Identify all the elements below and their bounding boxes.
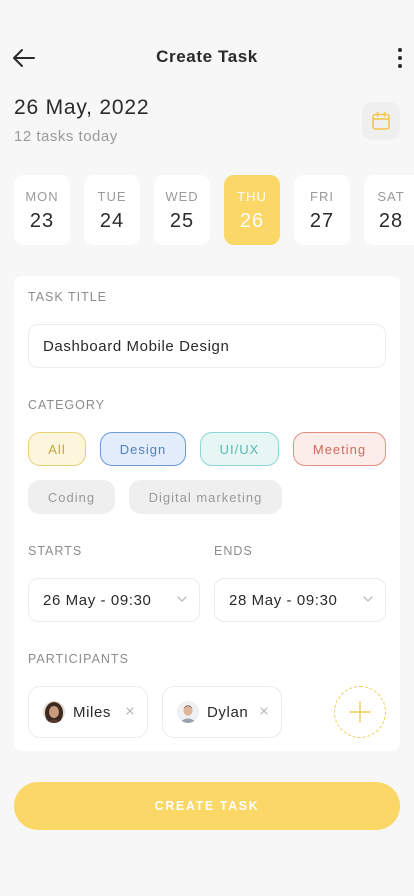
category-chip-all[interactable]: All	[28, 432, 86, 466]
chevron-down-icon	[363, 596, 373, 602]
tasks-count: 12 tasks today	[14, 128, 118, 145]
day-wed[interactable]: WED 25	[154, 175, 210, 245]
remove-participant-icon[interactable]	[123, 704, 137, 718]
day-name: SAT	[377, 189, 405, 204]
day-number: 23	[29, 210, 55, 232]
day-number: 26	[239, 210, 265, 232]
participant-chip-dylan[interactable]: Dylan	[162, 686, 282, 738]
avatar	[177, 701, 199, 723]
avatar	[43, 701, 65, 723]
plus-icon	[349, 701, 371, 723]
participants-label: PARTICIPANTS	[28, 652, 129, 666]
day-tue[interactable]: TUE 24	[84, 175, 140, 245]
task-title-input[interactable]: Dashboard Mobile Design	[28, 324, 386, 368]
day-fri[interactable]: FRI 27	[294, 175, 350, 245]
day-name: MON	[25, 189, 59, 204]
category-chip-digital-marketing[interactable]: Digital marketing	[129, 480, 282, 514]
day-thu-selected[interactable]: THU 26	[224, 175, 280, 245]
task-title-label: TASK TITLE	[28, 290, 108, 304]
day-number: 27	[309, 210, 335, 232]
chevron-down-icon	[177, 596, 187, 602]
selected-date: 26 May, 2022	[14, 96, 150, 119]
add-participant-button[interactable]	[334, 686, 386, 738]
category-chip-design[interactable]: Design	[100, 432, 186, 466]
calendar-icon	[372, 111, 390, 130]
category-chip-meeting[interactable]: Meeting	[293, 432, 386, 466]
ends-label: ENDS	[214, 544, 253, 558]
day-number: 28	[378, 210, 404, 232]
day-mon[interactable]: MON 23	[14, 175, 70, 245]
category-chip-uiux[interactable]: UI/UX	[200, 432, 279, 466]
day-name: FRI	[310, 189, 334, 204]
day-number: 24	[99, 210, 125, 232]
participant-name: Miles	[73, 703, 112, 721]
category-label: CATEGORY	[28, 398, 105, 412]
day-name: THU	[237, 189, 267, 204]
day-name: WED	[165, 189, 199, 204]
day-number: 25	[169, 210, 195, 232]
create-task-button[interactable]: CREATE TASK	[14, 782, 400, 830]
participant-name: Dylan	[207, 703, 249, 721]
page-title: Create Task	[156, 47, 258, 66]
participant-chip-miles[interactable]: Miles	[28, 686, 148, 738]
category-chip-coding[interactable]: Coding	[28, 480, 115, 514]
more-options-button[interactable]	[392, 42, 408, 74]
starts-value: 26 May - 09:30	[43, 591, 152, 609]
starts-select[interactable]: 26 May - 09:30	[28, 578, 200, 622]
day-sat[interactable]: SAT 28	[364, 175, 414, 245]
starts-label: STARTS	[28, 544, 83, 558]
ends-select[interactable]: 28 May - 09:30	[214, 578, 386, 622]
calendar-button[interactable]	[362, 102, 400, 140]
ends-value: 28 May - 09:30	[229, 591, 338, 609]
more-vertical-icon	[398, 48, 402, 52]
day-name: TUE	[97, 189, 127, 204]
remove-participant-icon[interactable]	[257, 704, 271, 718]
